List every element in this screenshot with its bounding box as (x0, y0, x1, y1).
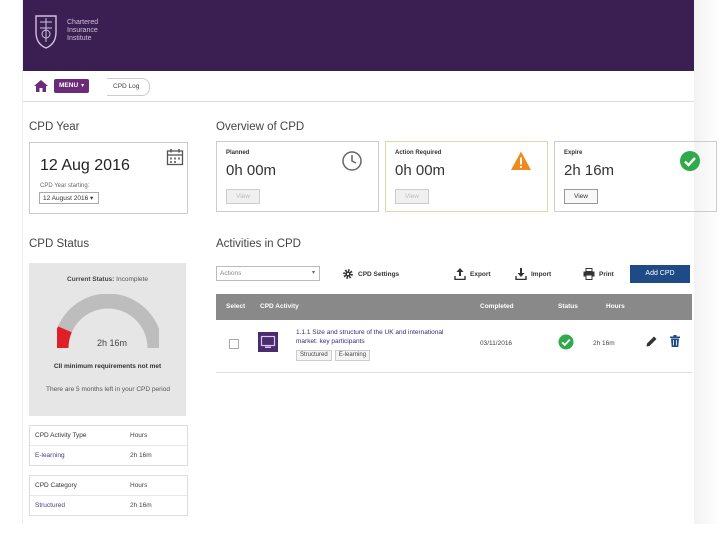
gear-icon (343, 269, 353, 279)
printer-icon (583, 268, 595, 280)
table-header-row: CPD Activity Type Hours (30, 426, 187, 446)
current-status-label: Current Status: (67, 276, 115, 283)
overview-hours: 0h 00m (395, 162, 446, 179)
column-header: Hours (130, 432, 148, 439)
gauge-fill (57, 326, 72, 349)
overview-card-planned: Planned 0h 00m View (216, 141, 379, 212)
column-header-status[interactable]: Status (558, 303, 578, 310)
overview-hours: 2h 16m (564, 162, 615, 179)
activity-type-table: CPD Activity Type Hours E-learning 2h 16… (29, 425, 188, 466)
breadcrumb-current[interactable]: CPD Log (107, 78, 151, 96)
print-button[interactable]: Print (583, 267, 614, 281)
logo-line: Chartered (67, 19, 99, 26)
cpd-status-panel: Current Status: Incomplete 2h 16m CII mi… (29, 263, 186, 416)
table-row: E-learning 2h 16m (30, 446, 187, 465)
cpd-settings-label: CPD Settings (358, 270, 400, 278)
activities-toolbar: Actions ▾ CPD Settings Export Import Pri… (216, 264, 692, 284)
cpd-year-title: CPD Year (29, 121, 80, 133)
home-icon[interactable] (34, 80, 48, 92)
activities-table-header: Select CPD Activity Completed Status Hou… (216, 294, 692, 320)
column-header-hours[interactable]: Hours (606, 303, 625, 310)
overview-label: Action Required (395, 150, 442, 156)
trash-icon[interactable] (670, 335, 680, 347)
current-status: Current Status: Incomplete (29, 276, 186, 283)
view-button[interactable]: View (564, 189, 598, 204)
chevron-down-icon: ▾ (81, 83, 85, 89)
row-select-checkbox[interactable] (229, 339, 239, 349)
table-row: 1.1.1 Size and structure of the UK and i… (216, 320, 692, 373)
overview-card-action-required: Action Required 0h 00m View (385, 141, 548, 212)
table-header-row: CPD Category Hours (30, 476, 187, 496)
activity-link[interactable]: 1.1.1 Size and structure of the UK and i… (296, 328, 456, 346)
print-label: Print (599, 270, 614, 278)
chevron-down-icon: ▾ (311, 270, 315, 276)
months-left-note: There are 5 months left in your CPD peri… (46, 386, 170, 393)
activity-tag: Structured (296, 350, 332, 361)
actions-select[interactable]: Actions ▾ (216, 266, 320, 281)
upload-icon (454, 268, 466, 280)
logo-line: Insurance (67, 27, 98, 34)
category-link[interactable]: Structured (30, 502, 130, 509)
export-button[interactable]: Export (454, 267, 491, 281)
site-header: Chartered Insurance Institute (23, 0, 694, 71)
gauge-value: 2h 16m (97, 338, 128, 348)
overview-label: Planned (226, 150, 250, 156)
menu-button[interactable]: MENU ▾ (54, 79, 90, 93)
completed-date: 03/11/2016 (480, 340, 513, 347)
view-button[interactable]: View (395, 189, 429, 204)
check-circle-icon (558, 334, 574, 350)
logo-text: Chartered Insurance Institute (67, 19, 98, 43)
activity-tag: E-learning (334, 350, 371, 361)
overview-card-expire: Expire 2h 16m View (554, 141, 717, 212)
export-label: Export (470, 270, 491, 278)
calendar-icon[interactable] (166, 148, 184, 166)
clock-icon (342, 151, 362, 171)
minimum-requirements-text: CII minimum requirements not met (53, 363, 162, 370)
cpd-app: Chartered Insurance Institute MENU ▾ CPD… (22, 0, 717, 524)
cpd-status-title: CPD Status (29, 238, 90, 250)
column-header-activity[interactable]: CPD Activity (260, 303, 299, 310)
menu-label: MENU (59, 82, 79, 89)
column-header-select[interactable]: Select (226, 303, 245, 310)
page-shadow-right (693, 0, 721, 542)
column-header: CPD Activity Type (35, 432, 87, 439)
download-icon (515, 268, 527, 280)
cpd-year-card: 12 Aug 2016 CPD Year starting: 12 August… (29, 142, 188, 214)
page: Chartered Insurance Institute MENU ▾ CPD… (0, 0, 721, 542)
current-status-value: Incomplete (116, 276, 148, 283)
hours-cell: 2h 16m (130, 502, 152, 509)
overview-hours: 0h 00m (226, 162, 277, 179)
column-header: CPD Category (35, 482, 77, 489)
elearning-icon (258, 332, 278, 352)
hours-cell: 2h 16m (593, 340, 615, 347)
hours-cell: 2h 16m (130, 452, 152, 459)
check-circle-icon (680, 151, 700, 171)
page-bottom-margin (0, 524, 721, 542)
cpd-year-select[interactable]: 12 August 2016 ▾ (39, 192, 99, 204)
overview-label: Expire (564, 150, 583, 156)
activity-tags: Structured E-learning (296, 350, 371, 361)
actions-select-value: Actions (220, 270, 242, 277)
cii-logo[interactable]: Chartered Insurance Institute (32, 12, 98, 50)
column-header-completed[interactable]: Completed (480, 303, 514, 310)
category-table: CPD Category Hours Structured 2h 16m (29, 475, 188, 516)
cpd-year-starting-label: CPD Year starting: (40, 183, 90, 189)
add-cpd-button[interactable]: Add CPD (630, 265, 690, 283)
column-header: Hours (130, 482, 148, 489)
view-button[interactable]: View (226, 189, 260, 204)
overview-title: Overview of CPD (216, 121, 305, 133)
pencil-icon[interactable] (646, 336, 657, 347)
cpd-year-date: 12 Aug 2016 (40, 157, 130, 174)
import-label: Import (531, 270, 552, 278)
warning-icon (511, 151, 531, 170)
activity-type-link[interactable]: E-learning (30, 452, 130, 459)
import-button[interactable]: Import (515, 267, 551, 281)
activities-title: Activities in CPD (216, 238, 301, 250)
table-row: Structured 2h 16m (30, 496, 187, 515)
logo-line: Institute (67, 35, 92, 42)
cpd-settings-button[interactable]: CPD Settings (342, 267, 399, 281)
crest-icon (35, 15, 57, 49)
